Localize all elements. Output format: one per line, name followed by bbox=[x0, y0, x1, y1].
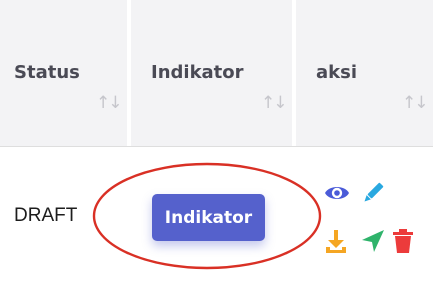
column-header-indikator[interactable]: Indikator bbox=[151, 62, 244, 83]
table-header: Status ↑↓ Indikator ↑↓ aksi ↑↓ bbox=[0, 0, 433, 147]
sort-arrows-icon[interactable]: ↑↓ bbox=[261, 93, 287, 113]
column-divider bbox=[292, 0, 296, 146]
send-icon[interactable] bbox=[360, 228, 386, 254]
pencil-icon[interactable] bbox=[360, 180, 386, 206]
column-header-status[interactable]: Status bbox=[14, 62, 80, 83]
status-cell: DRAFT bbox=[14, 205, 78, 226]
indikator-button[interactable]: Indikator bbox=[152, 194, 265, 241]
eye-icon[interactable] bbox=[324, 180, 350, 206]
sort-arrows-icon[interactable]: ↑↓ bbox=[402, 93, 428, 113]
column-header-aksi[interactable]: aksi bbox=[316, 62, 357, 83]
trash-icon[interactable] bbox=[390, 228, 416, 254]
column-divider bbox=[127, 0, 131, 146]
download-icon[interactable] bbox=[323, 228, 349, 254]
sort-arrows-icon[interactable]: ↑↓ bbox=[96, 93, 122, 113]
table-page: Status ↑↓ Indikator ↑↓ aksi ↑↓ DRAFT Ind… bbox=[0, 0, 433, 285]
